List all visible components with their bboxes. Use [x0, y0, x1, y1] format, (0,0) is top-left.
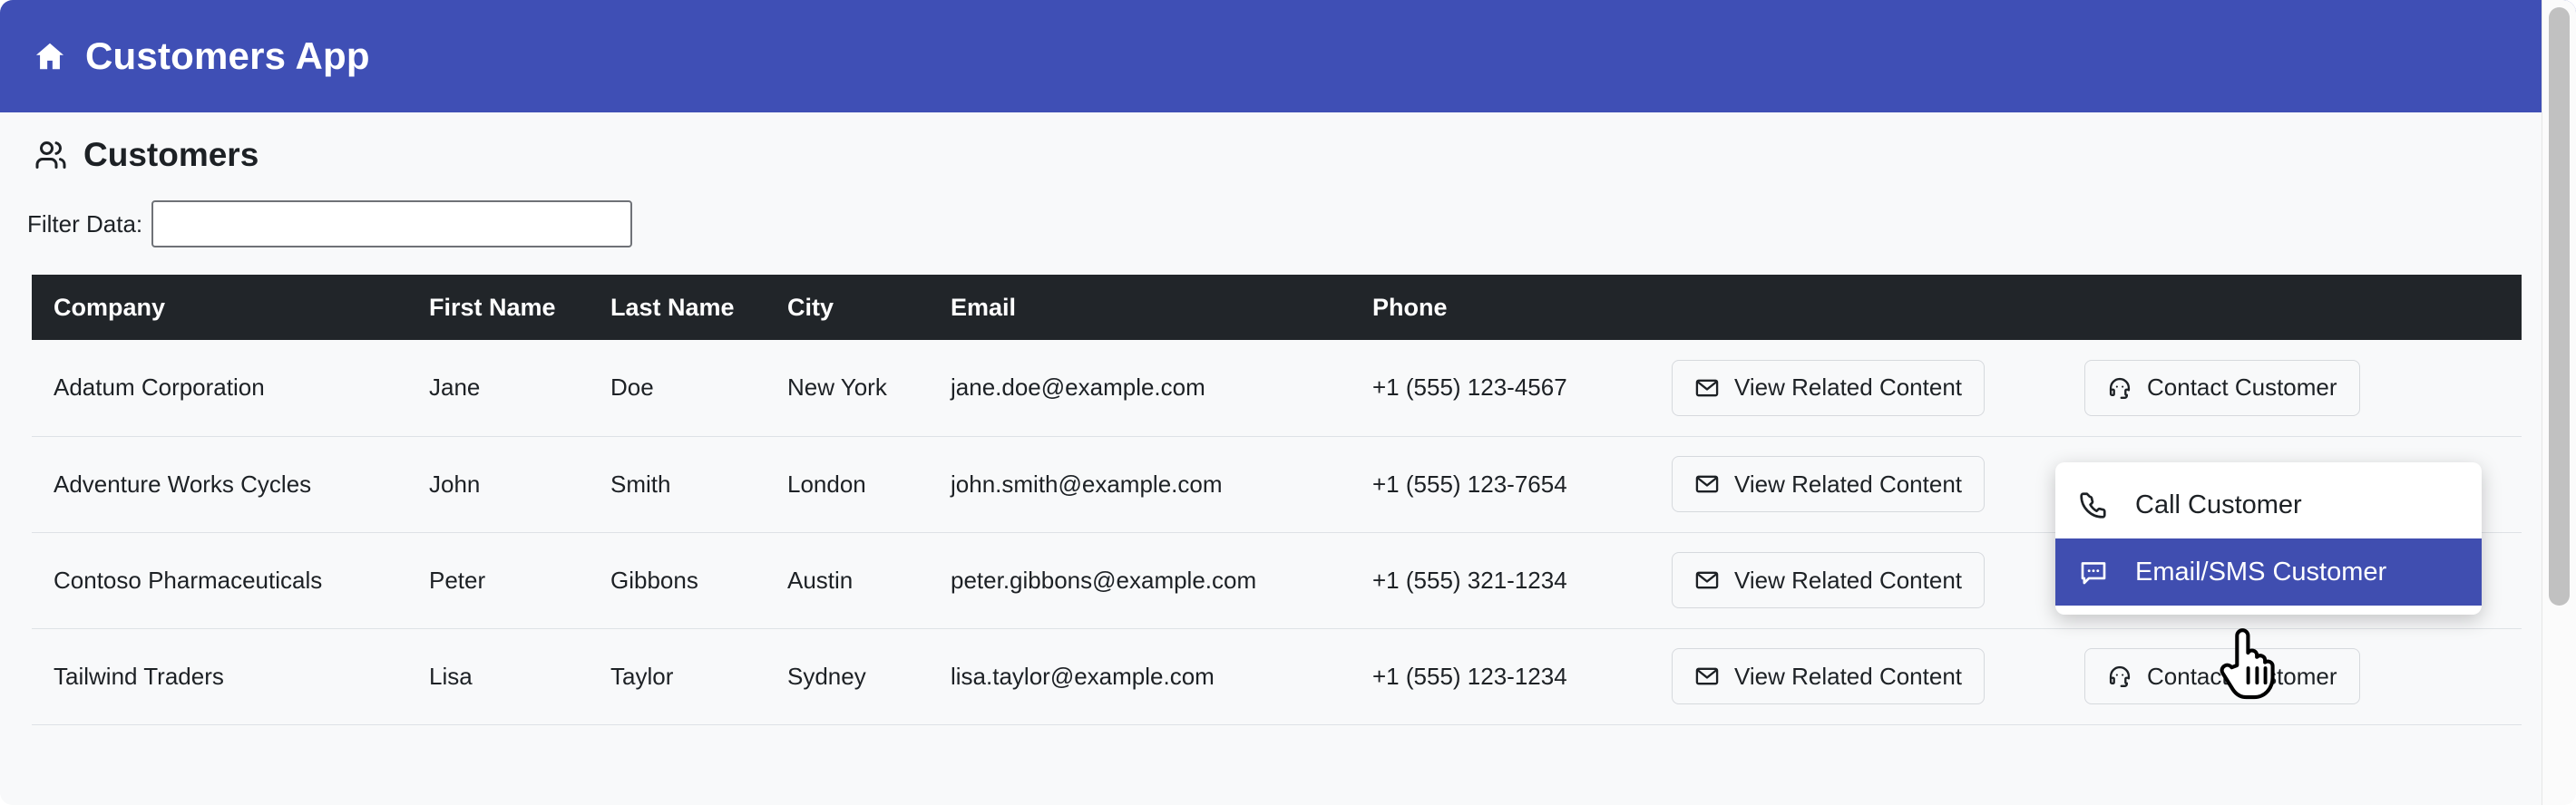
- envelope-icon: [1694, 664, 1720, 689]
- column-header-first-name: First Name: [413, 275, 594, 340]
- app-window: Customers App Customers Filter Data: Com…: [0, 0, 2576, 805]
- column-header-actions-2: [2068, 275, 2522, 340]
- cell-first-name: Peter: [413, 532, 594, 629]
- cell-last-name: Gibbons: [594, 532, 771, 629]
- cell-view-related-content: View Related Content: [1655, 436, 2068, 533]
- envelope-icon: [1694, 471, 1720, 497]
- cell-company: Contoso Pharmaceuticals: [32, 532, 413, 629]
- contact-customer-dropdown-menu: Call Customer Email/SMS Customer: [2055, 462, 2482, 615]
- people-icon: [34, 139, 67, 171]
- view-related-content-label: View Related Content: [1734, 470, 1963, 498]
- cell-phone: +1 (555) 123-1234: [1356, 628, 1655, 725]
- cell-city: Sydney: [771, 628, 934, 725]
- page-body: Customers Filter Data: Company First Nam…: [0, 112, 2576, 805]
- cell-first-name: Jane: [413, 340, 594, 437]
- menu-item-call-customer[interactable]: Call Customer: [2055, 471, 2482, 538]
- cell-city: London: [771, 436, 934, 533]
- app-title: Customers App: [85, 34, 370, 77]
- table-header: Company First Name Last Name City Email …: [32, 275, 2522, 340]
- cell-last-name: Taylor: [594, 628, 771, 725]
- view-related-content-button[interactable]: View Related Content: [1672, 359, 1986, 416]
- cell-email: peter.gibbons@example.com: [934, 532, 1356, 629]
- cell-phone: +1 (555) 123-7654: [1356, 436, 1655, 533]
- contact-customer-label: Contact Customer: [2147, 662, 2337, 690]
- view-related-content-button[interactable]: View Related Content: [1672, 648, 1986, 704]
- filter-input[interactable]: [151, 200, 633, 247]
- table-row: Adatum Corporation Jane Doe New York jan…: [32, 340, 2522, 437]
- app-header-bar: Customers App: [0, 0, 2576, 112]
- cell-last-name: Smith: [594, 436, 771, 533]
- menu-item-label: Call Customer: [2135, 490, 2302, 519]
- cell-company: Adventure Works Cycles: [32, 436, 413, 533]
- envelope-icon: [1694, 567, 1720, 593]
- cell-city: New York: [771, 340, 934, 437]
- column-header-city: City: [771, 275, 934, 340]
- view-related-content-label: View Related Content: [1734, 373, 1963, 402]
- cell-email: lisa.taylor@example.com: [934, 628, 1356, 725]
- headset-icon: [2107, 375, 2132, 401]
- headset-icon: [2107, 664, 2132, 689]
- column-header-actions-1: [1655, 275, 2068, 340]
- vertical-scrollbar-thumb[interactable]: [2549, 7, 2570, 606]
- view-related-content-button[interactable]: View Related Content: [1672, 552, 1986, 608]
- view-related-content-button[interactable]: View Related Content: [1672, 456, 1986, 512]
- cell-contact-customer: Contact Customer: [2068, 340, 2522, 437]
- cell-view-related-content: View Related Content: [1655, 628, 2068, 725]
- filter-row: Filter Data:: [0, 200, 2576, 247]
- cell-phone: +1 (555) 321-1234: [1356, 532, 1655, 629]
- envelope-icon: [1694, 375, 1720, 401]
- contact-customer-button[interactable]: Contact Customer: [2084, 359, 2360, 416]
- cell-last-name: Doe: [594, 340, 771, 437]
- table-row: Tailwind Traders Lisa Taylor Sydney lisa…: [32, 628, 2522, 725]
- filter-label: Filter Data:: [27, 209, 143, 238]
- view-related-content-label: View Related Content: [1734, 566, 1963, 594]
- menu-item-email-sms-customer[interactable]: Email/SMS Customer: [2055, 538, 2482, 606]
- vertical-scrollbar-track[interactable]: [2542, 0, 2576, 805]
- section-header: Customers: [0, 138, 2576, 171]
- menu-item-label: Email/SMS Customer: [2135, 557, 2387, 587]
- chat-bubble-icon: [2079, 558, 2108, 587]
- home-icon: [33, 39, 67, 73]
- cell-first-name: Lisa: [413, 628, 594, 725]
- column-header-email: Email: [934, 275, 1356, 340]
- cell-view-related-content: View Related Content: [1655, 532, 2068, 629]
- column-header-company: Company: [32, 275, 413, 340]
- contact-customer-label: Contact Customer: [2147, 373, 2337, 402]
- cell-contact-customer: Contact Customer: [2068, 628, 2522, 725]
- cell-company: Adatum Corporation: [32, 340, 413, 437]
- page-title: Customers: [83, 136, 259, 173]
- cell-first-name: John: [413, 436, 594, 533]
- column-header-last-name: Last Name: [594, 275, 771, 340]
- contact-customer-button[interactable]: Contact Customer: [2084, 648, 2360, 704]
- view-related-content-label: View Related Content: [1734, 662, 1963, 690]
- cell-email: jane.doe@example.com: [934, 340, 1356, 437]
- phone-icon: [2079, 490, 2108, 519]
- cell-phone: +1 (555) 123-4567: [1356, 340, 1655, 437]
- cell-view-related-content: View Related Content: [1655, 340, 2068, 437]
- cell-email: john.smith@example.com: [934, 436, 1356, 533]
- cell-company: Tailwind Traders: [32, 628, 413, 725]
- table-header-row: Company First Name Last Name City Email …: [32, 275, 2522, 340]
- cell-city: Austin: [771, 532, 934, 629]
- column-header-phone: Phone: [1356, 275, 1655, 340]
